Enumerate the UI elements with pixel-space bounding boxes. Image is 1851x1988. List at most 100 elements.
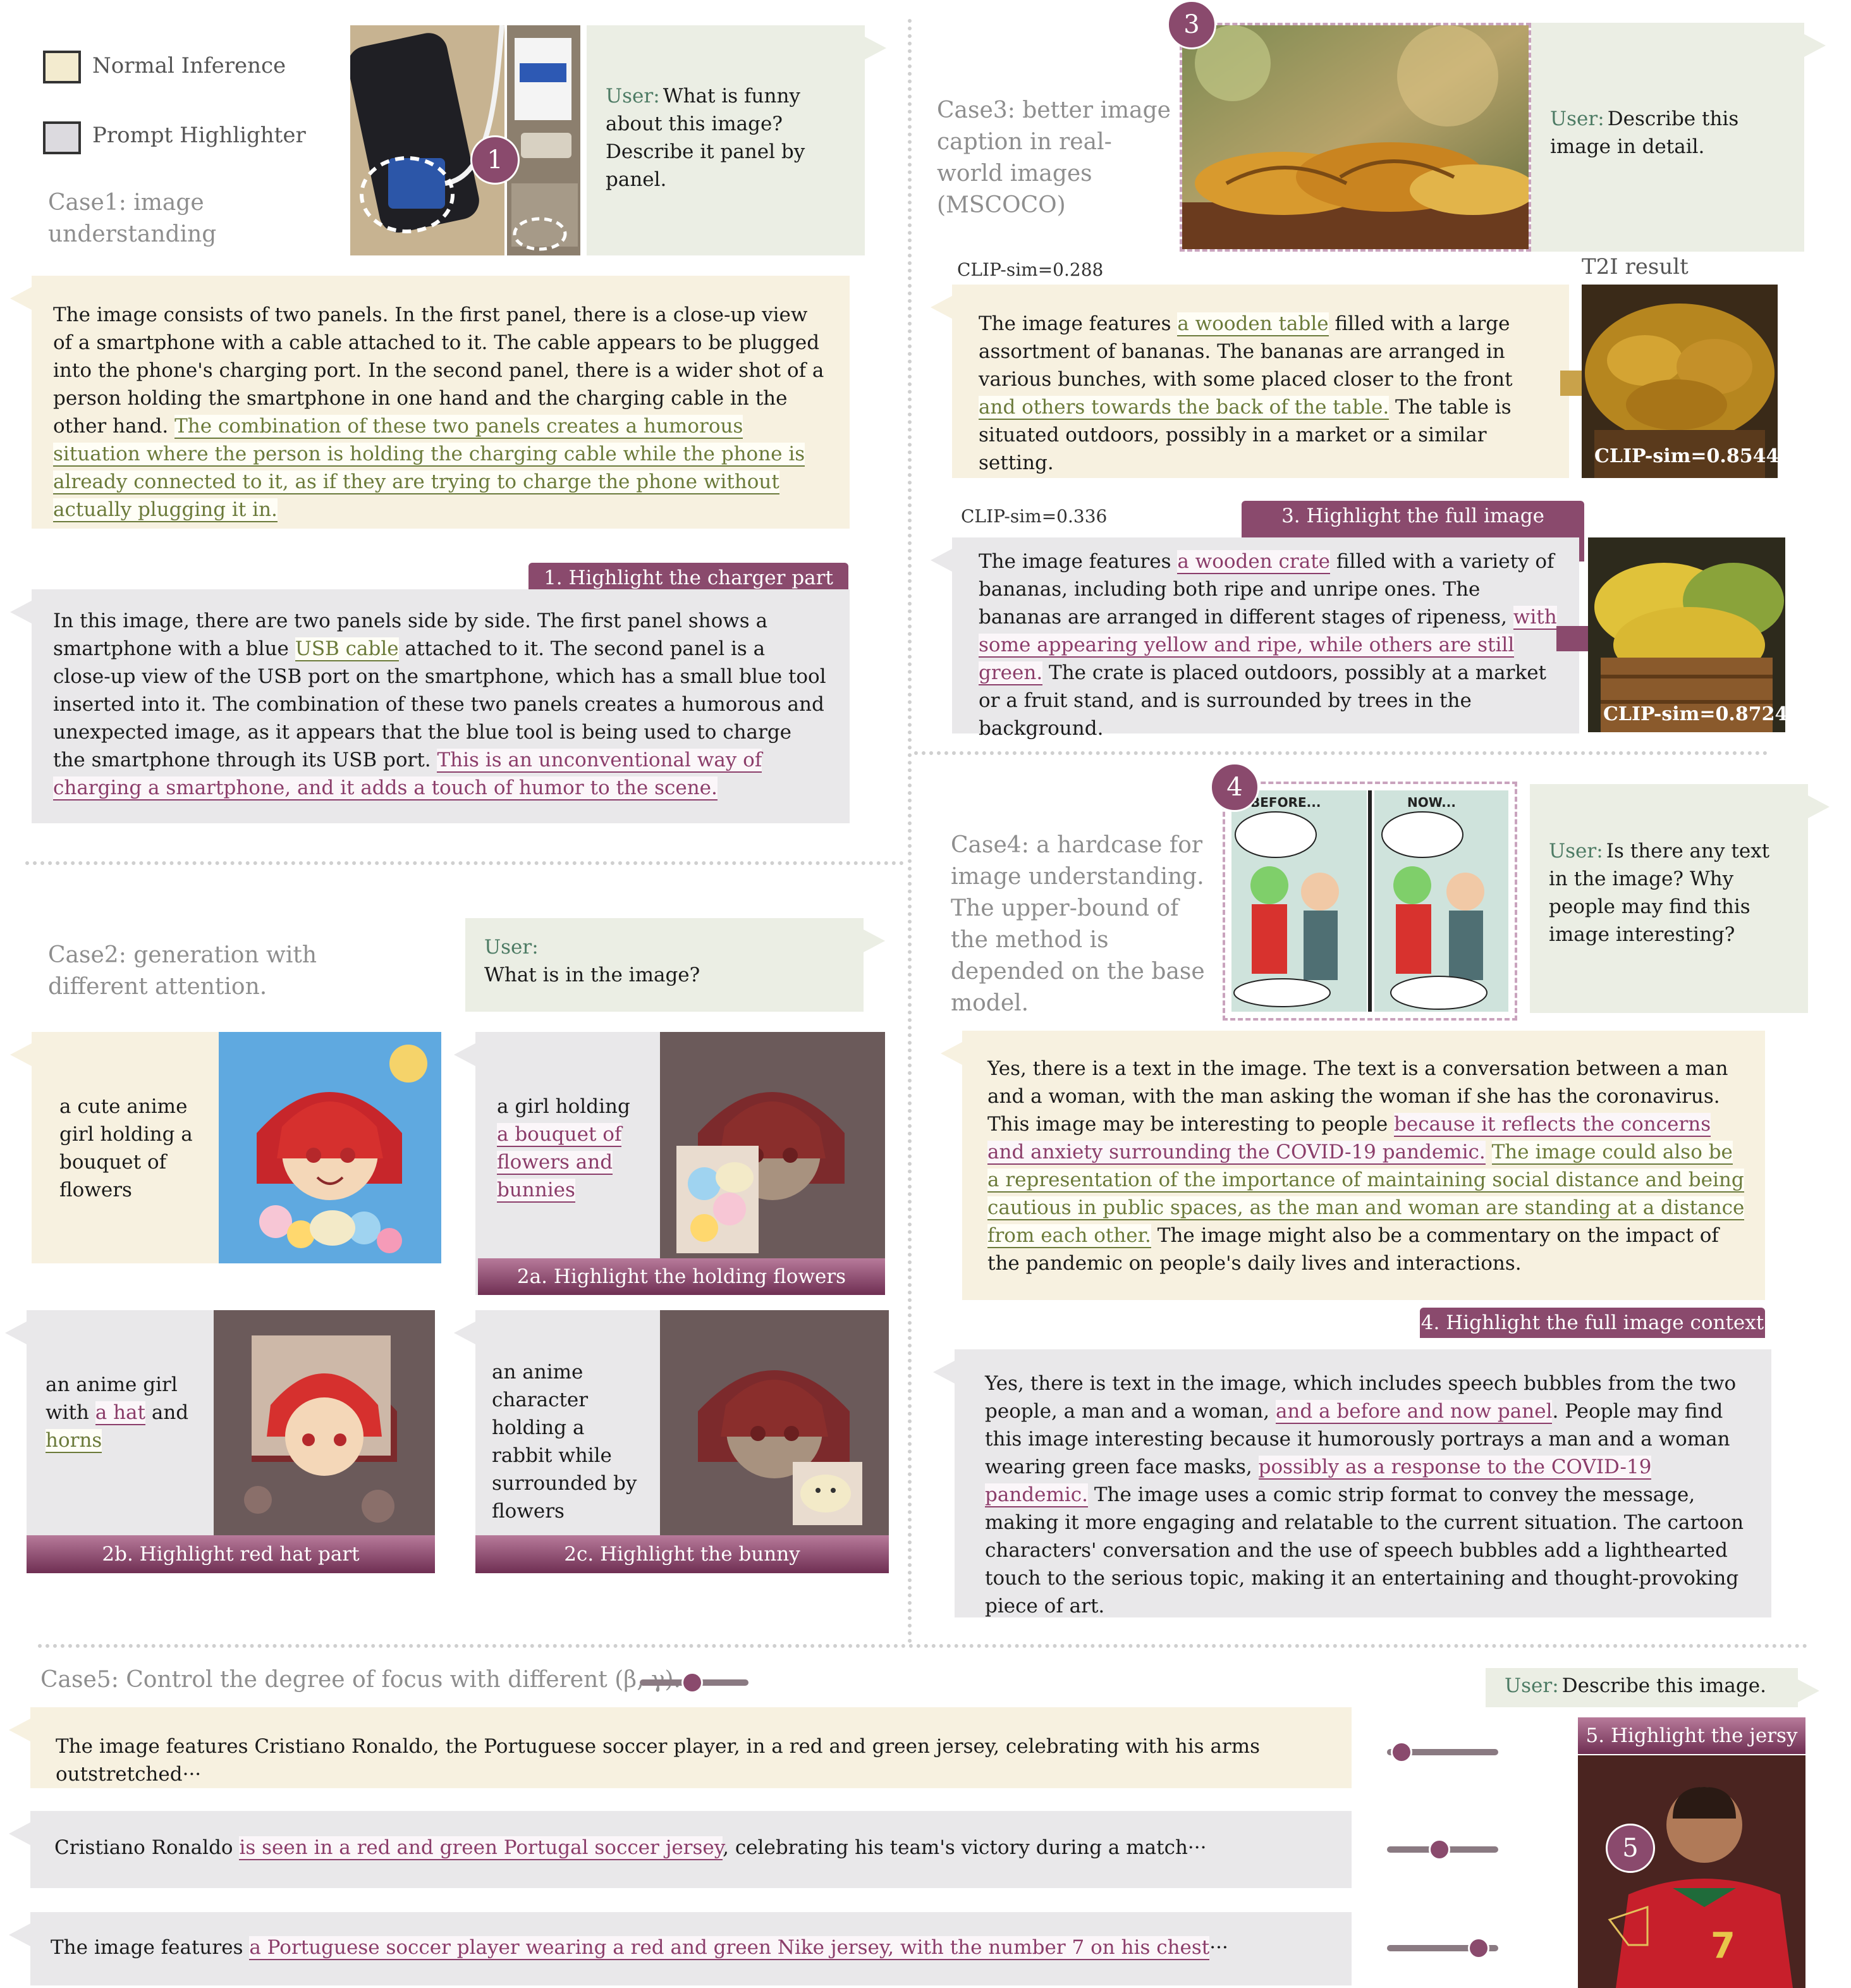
case4-user-label: User:: [1549, 840, 1603, 862]
case4-comic-image: BEFORE... NOW...: [1223, 782, 1517, 1021]
case2a-answer: a girl holding a bouquet of flowers and …: [454, 1032, 660, 1295]
case2-anime-art-normal: [219, 1032, 441, 1263]
case5-row2-text-2: , celebrating his team's victory during …: [723, 1836, 1207, 1859]
comic-before-label: BEFORE...: [1250, 795, 1321, 810]
case2c-answer: an anime character holding a rabbit whil…: [454, 1310, 660, 1573]
case2-image-2b: [214, 1310, 435, 1542]
case1-highlighted-answer: In this image, there are two panels side…: [10, 589, 850, 823]
case2-user-text: What is in the image?: [484, 964, 700, 986]
legend-normal-label: Normal Inference: [92, 53, 286, 78]
case5-user-text: Describe this image.: [1561, 1674, 1766, 1697]
case5-row2: Cristiano Ronaldo is seen in a red and g…: [9, 1811, 1352, 1888]
case2-user-prompt: User: What is in the image?: [465, 918, 885, 1012]
case2-normal-text: a cute anime girl holding a bouquet of f…: [59, 1095, 193, 1201]
case4-user-prompt: User: Is there any text in the image? Wh…: [1530, 784, 1830, 1013]
legend-highlighter-label: Prompt Highlighter: [92, 123, 306, 148]
case3-banana-photo: [1182, 25, 1529, 249]
case1-number-badge: 1: [470, 135, 520, 185]
case5-row3-text-2: ···: [1209, 1936, 1228, 1959]
case4-highlight-tag: 4. Highlight the full image context: [1420, 1308, 1765, 1338]
case3-normal-green-1: a wooden table: [1177, 312, 1329, 336]
case3-hl-text-1: The image features: [979, 550, 1178, 573]
case1-title: Case1: image understanding: [48, 190, 217, 247]
case2-image-2c: [660, 1310, 889, 1542]
case2c-text: an anime character holding a rabbit whil…: [492, 1361, 637, 1523]
legend-highlighter-swatch: [43, 121, 81, 154]
case4-comic-art: BEFORE... NOW...: [1231, 790, 1508, 1012]
divider-case5: [38, 1644, 1808, 1648]
case5-row2-slider-knob: [1429, 1839, 1450, 1860]
case3-image: [1180, 23, 1531, 252]
case4-hl-text-3: The image uses a comic strip format to c…: [985, 1483, 1744, 1617]
case2b-answer: an anime girl with a hat and horns: [5, 1310, 214, 1573]
case3-user-label: User:: [1550, 107, 1604, 130]
case3-highlighted-answer: The image features a wooden crate filled…: [931, 537, 1579, 740]
case5-row1-text: The image features Cristiano Ronaldo, th…: [56, 1735, 1261, 1786]
case5-row1: The image features Cristiano Ronaldo, th…: [9, 1707, 1352, 1788]
case2-user-label: User:: [484, 936, 539, 959]
case2-normal-answer: a cute anime girl holding a bouquet of f…: [10, 1032, 219, 1263]
case5-image: 7: [1578, 1755, 1805, 1988]
case3-clip-highlight-t2i: CLIP-sim=0.8724: [1603, 703, 1788, 725]
case2-image-2a: [660, 1032, 885, 1263]
case3-normal-answer: The image features a wooden table filled…: [931, 285, 1569, 478]
case2c-tag: 2c. Highlight the bunny: [475, 1535, 889, 1573]
case5-row2-highlight: is seen in a red and green Portugal socc…: [239, 1836, 723, 1860]
case2b-tag: 2b. Highlight red hat part: [27, 1535, 435, 1573]
case1-image: [350, 25, 580, 255]
case3-hl-text-3: The crate is placed outdoors, possibly a…: [979, 661, 1546, 740]
case2a-text: a girl holding: [497, 1095, 630, 1118]
divider-left-case1-case2: [25, 861, 904, 865]
case4-normal-space: [1486, 1141, 1492, 1163]
case3-number-badge: 3: [1167, 0, 1216, 49]
case3-normal-text-1: The image features: [979, 312, 1178, 335]
case1-image-art: [350, 25, 580, 255]
case1-hl-green: USB cable: [295, 637, 399, 661]
case5-user-label: User:: [1505, 1674, 1559, 1697]
case5-title-slider-knob: [681, 1672, 703, 1693]
case5-number-badge: 5: [1606, 1824, 1655, 1873]
case3-title: Case3: better image caption in real-worl…: [937, 97, 1171, 218]
case1-user-label: User:: [606, 85, 660, 107]
divider-vertical: [908, 19, 912, 1644]
divider-right-case3-case4: [914, 751, 1768, 755]
case2-image-normal: [219, 1032, 441, 1263]
case1-highlight-tag: 1. Highlight the charger part: [528, 563, 848, 593]
case4-highlighted-answer: Yes, there is text in the image, which i…: [933, 1349, 1771, 1617]
case5-row1-slider-knob: [1391, 1741, 1412, 1763]
case3-t2i-label: T2I result: [1582, 254, 1689, 279]
case2b-highlight-hat: a hat: [95, 1401, 145, 1425]
case5-title: Case5: Control the degree of focus with …: [40, 1667, 681, 1693]
case5-row3: The image features a Portuguese soccer p…: [9, 1912, 1352, 1985]
case2a-tag: 2a. Highlight the holding flowers: [478, 1258, 885, 1295]
case5-highlight-tag: 5. Highlight the jersy: [1578, 1717, 1805, 1754]
comic-now-label: NOW...: [1407, 795, 1456, 810]
case5-row3-highlight: a Portuguese soccer player wearing a red…: [249, 1936, 1210, 1960]
case2b-highlight-horns: horns: [46, 1429, 102, 1453]
case2-anime-art-2b: [214, 1310, 435, 1542]
case4-normal-answer: Yes, there is a text in the image. The t…: [941, 1031, 1765, 1300]
case5-row3-text-1: The image features: [51, 1936, 250, 1959]
case2-anime-art-2c: [660, 1310, 889, 1542]
case4-hl-purple-1: and a before and now panel: [1275, 1400, 1553, 1424]
case3-clip-normal-t2i: CLIP-sim=0.8544: [1594, 445, 1780, 467]
case5-jersey-number: 7: [1711, 1925, 1735, 1967]
case5-row2-text-1: Cristiano Ronaldo: [54, 1836, 240, 1859]
case4-title: Case4: a hardcase for image understandin…: [951, 832, 1205, 1016]
case5-row3-slider-knob: [1468, 1937, 1489, 1959]
case3-normal-green-2: and others towards the back of the table…: [979, 396, 1390, 420]
case3-clip-highlight: CLIP-sim=0.336: [961, 506, 1108, 527]
case5-player-photo: 7: [1578, 1755, 1805, 1988]
case3-clip-normal: CLIP-sim=0.288: [957, 259, 1104, 280]
case3-user-prompt: User: Describe this image in detail.: [1531, 23, 1826, 252]
case1-normal-answer: The image consists of two panels. In the…: [10, 276, 850, 529]
case4-number-badge: 4: [1210, 763, 1259, 812]
case2-anime-art-2a: [660, 1032, 885, 1263]
case1-user-prompt: User: What is funny about this image? De…: [587, 25, 886, 255]
case2a-highlight: a bouquet of flowers and bunnies: [497, 1123, 622, 1203]
case2b-text-2: and: [145, 1401, 189, 1424]
legend-normal-swatch: [43, 51, 81, 83]
case2-title: Case2: generation with different attenti…: [48, 942, 317, 1000]
case5-user-prompt: User: Describe this image.: [1486, 1668, 1819, 1707]
case3-hl-purple-1: a wooden crate: [1177, 550, 1331, 574]
